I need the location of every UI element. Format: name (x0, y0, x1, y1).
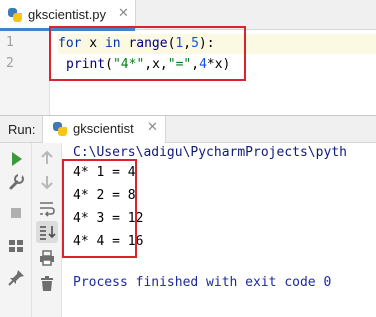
code-highlight-box (49, 26, 246, 81)
run-label: Run: (8, 122, 36, 137)
line-number: 2 (6, 56, 14, 71)
layout-icon[interactable] (5, 235, 27, 257)
arrow-down-icon[interactable] (36, 171, 58, 193)
run-tab-label: gkscientist (73, 121, 134, 136)
trash-icon[interactable] (36, 273, 58, 295)
pin-icon[interactable] (5, 267, 27, 289)
play-icon[interactable] (5, 148, 27, 170)
print-icon[interactable] (36, 247, 58, 269)
run-toolbar-left (0, 143, 32, 317)
soft-wrap-icon[interactable] (36, 197, 58, 219)
close-icon[interactable]: ✕ (147, 120, 158, 135)
exit-message: Process finished with exit code 0 (73, 275, 332, 290)
stop-icon[interactable] (5, 202, 27, 224)
run-tab-gkscientist[interactable]: gkscientist ✕ (42, 116, 166, 143)
run-toolbar-right (32, 143, 62, 317)
line-number-gutter: 1 2 (0, 31, 50, 115)
run-panel-header: Run: gkscientist ✕ (0, 115, 376, 143)
line-number: 1 (6, 35, 14, 50)
scroll-to-end-icon[interactable] (36, 221, 58, 243)
python-file-icon (8, 8, 22, 22)
close-icon[interactable]: ✕ (118, 6, 129, 21)
editor-tab-label: gkscientist.py (28, 7, 107, 22)
python-run-config-icon (53, 122, 67, 136)
arrow-up-icon[interactable] (36, 147, 58, 169)
wrench-icon[interactable] (5, 171, 27, 193)
output-highlight-box (62, 159, 137, 258)
